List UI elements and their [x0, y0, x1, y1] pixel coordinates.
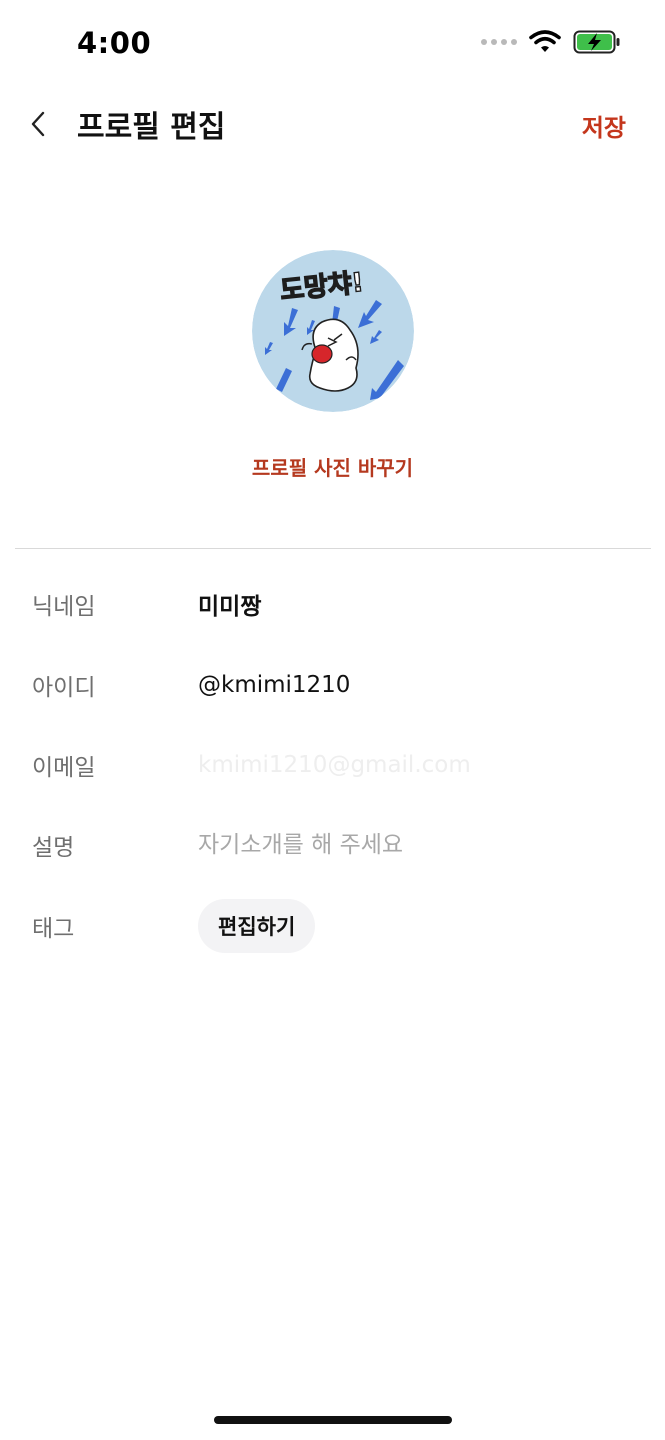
back-button[interactable] [20, 106, 56, 142]
section-divider [15, 548, 651, 549]
bio-label: 설명 [32, 835, 75, 861]
cellular-dots-icon [481, 39, 517, 45]
edit-tags-button[interactable]: 편집하기 [198, 899, 316, 953]
change-profile-photo-link[interactable]: 프로필 사진 바꾸기 [0, 452, 665, 481]
email-value: kmimi1210@gmail.com [198, 752, 471, 778]
tag-row: 태그 편집하기 [0, 896, 665, 956]
avatar-image: 도망챠! [252, 250, 414, 412]
user-id-row[interactable]: 아이디 @kmimi1210 [0, 655, 665, 715]
status-time: 4:00 [77, 26, 152, 60]
header: 프로필 편집 저장 [0, 90, 665, 160]
battery-charging-icon [573, 30, 620, 54]
home-indicator[interactable] [214, 1416, 452, 1424]
chevron-left-icon [31, 111, 45, 137]
nickname-row[interactable]: 닉네임 미미짱 [0, 574, 665, 634]
email-row: 이메일 kmimi1210@gmail.com [0, 735, 665, 795]
status-icons [481, 30, 621, 54]
nickname-label: 닉네임 [32, 594, 96, 620]
bio-row[interactable]: 설명 [0, 815, 665, 875]
status-bar: 4:00 [0, 0, 665, 90]
user-id-value[interactable]: @kmimi1210 [198, 672, 350, 698]
profile-avatar[interactable]: 도망챠! [252, 250, 414, 412]
tag-label: 태그 [32, 916, 75, 942]
nickname-value[interactable]: 미미짱 [198, 587, 261, 621]
email-label: 이메일 [32, 755, 96, 781]
bio-input[interactable] [196, 830, 620, 860]
page-title: 프로필 편집 [77, 110, 226, 145]
wifi-icon [529, 30, 561, 52]
save-button[interactable]: 저장 [582, 108, 626, 143]
user-id-label: 아이디 [32, 675, 96, 701]
